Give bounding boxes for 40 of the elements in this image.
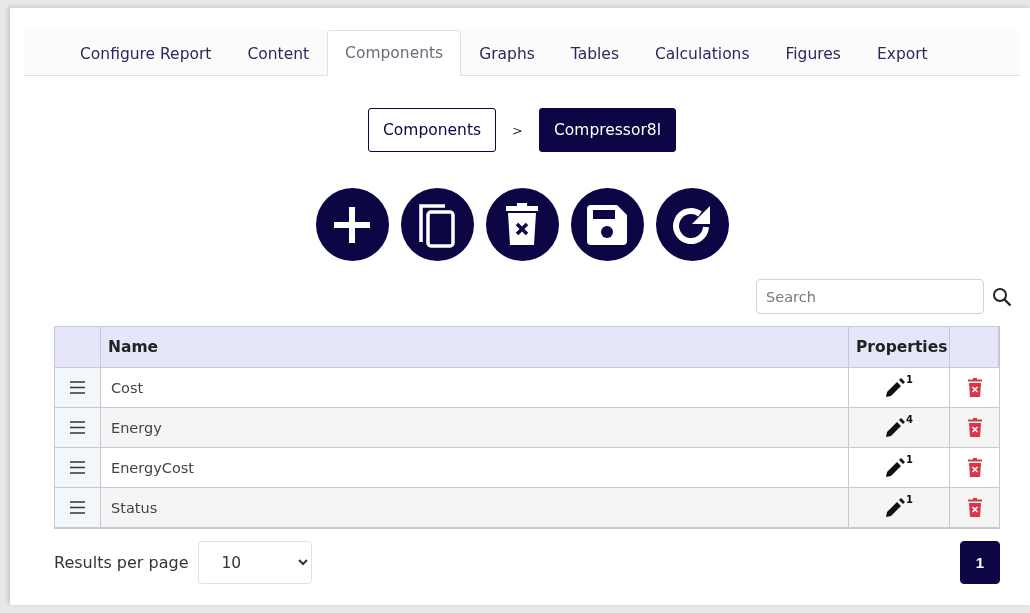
tab[interactable]: Components bbox=[327, 30, 462, 76]
trash-icon[interactable] bbox=[967, 418, 982, 437]
trash-icon[interactable] bbox=[967, 458, 982, 477]
pencil-icon bbox=[885, 497, 905, 518]
drag-handle-icon[interactable] bbox=[70, 381, 85, 394]
results-per-page-label: Results per page bbox=[54, 553, 189, 572]
tab[interactable]: Export bbox=[858, 30, 946, 76]
drag-handle-icon[interactable] bbox=[70, 461, 85, 474]
tab[interactable]: Content bbox=[229, 30, 328, 76]
page-button[interactable]: 1 bbox=[960, 541, 1000, 584]
table-cell: Cost bbox=[101, 368, 849, 408]
tab[interactable]: Configure Report bbox=[62, 30, 230, 76]
trash-icon[interactable] bbox=[967, 498, 982, 517]
property-count: 1 bbox=[906, 493, 913, 505]
search-icon[interactable] bbox=[992, 286, 1012, 307]
table-cell: EnergyCost bbox=[101, 448, 849, 488]
property-count: 4 bbox=[906, 413, 913, 425]
pencil-icon bbox=[885, 417, 905, 438]
table-cell: Status bbox=[101, 488, 849, 528]
breadcrumb-button[interactable]: Components bbox=[368, 108, 497, 152]
page-size-select[interactable]: 10 bbox=[198, 541, 313, 584]
property-count: 1 bbox=[906, 453, 913, 465]
pencil-icon bbox=[885, 457, 905, 478]
pencil-icon bbox=[885, 377, 905, 398]
copy-icon bbox=[418, 201, 456, 248]
tab[interactable]: Figures bbox=[767, 30, 859, 76]
drag-handle-icon[interactable] bbox=[70, 501, 85, 514]
property-count: 1 bbox=[906, 373, 913, 385]
search-field[interactable]: Search bbox=[756, 279, 984, 314]
trash-icon bbox=[505, 202, 539, 247]
tab[interactable]: Tables bbox=[552, 30, 637, 76]
tab[interactable]: Calculations bbox=[636, 30, 768, 76]
breadcrumb-button[interactable]: Compressor8l bbox=[539, 108, 676, 152]
table-cell: Energy bbox=[101, 408, 849, 448]
drag-handle-icon[interactable] bbox=[70, 421, 85, 434]
column-header: Name bbox=[101, 327, 849, 368]
column-header: Properties bbox=[849, 327, 950, 368]
tab[interactable]: Graphs bbox=[461, 30, 553, 76]
breadcrumb-separator: > bbox=[512, 122, 523, 138]
trash-icon[interactable] bbox=[967, 378, 982, 397]
